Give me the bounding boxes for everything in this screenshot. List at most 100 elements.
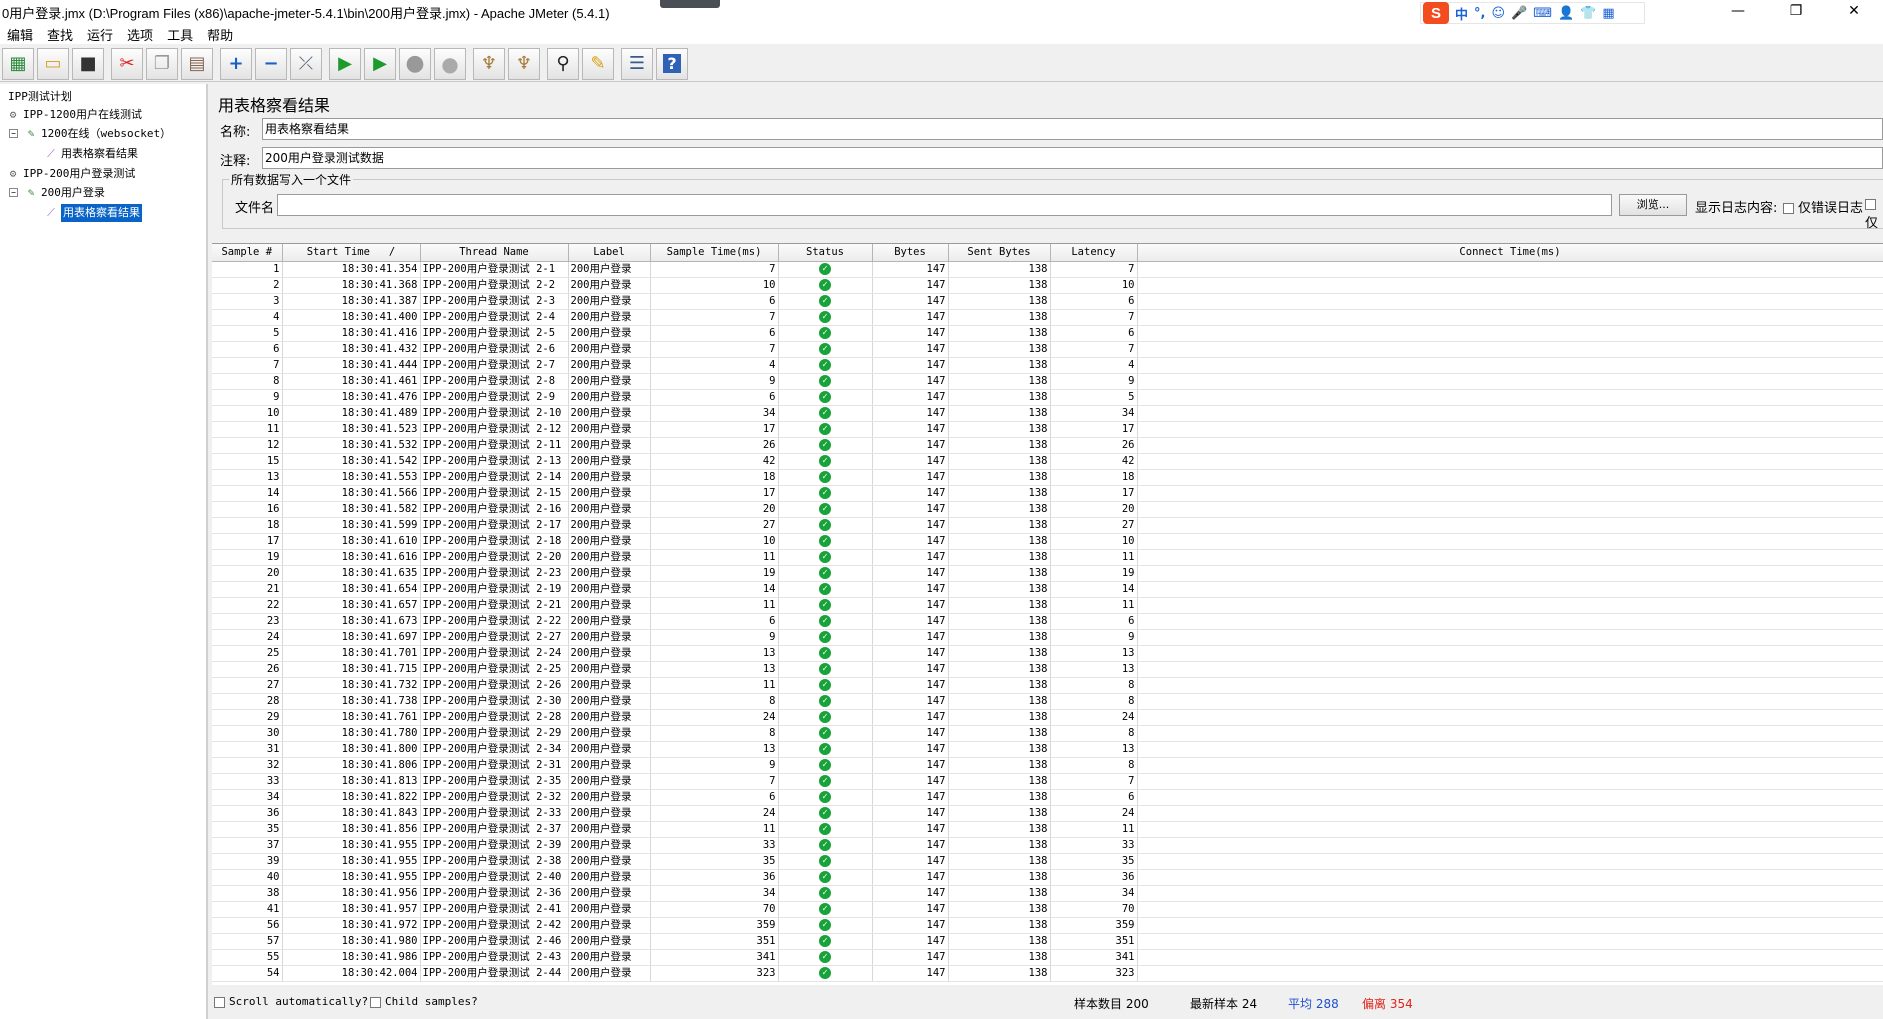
sogou-logo-icon[interactable]: S (1423, 2, 1449, 24)
punctuation-icon[interactable]: °, (1474, 6, 1485, 21)
table-row[interactable]: 13 18:30:41.553 IPP-200用户登录测试 2-14 200用户登录 1… (212, 469, 1883, 486)
table-row[interactable]: 37 18:30:41.955 IPP-200用户登录测试 2-39 200用户登录 3… (212, 837, 1883, 854)
toolbox-icon[interactable]: ▦ (1602, 6, 1614, 21)
shutdown-button[interactable]: ● (434, 47, 466, 80)
col-status[interactable]: Status (778, 244, 873, 262)
table-row[interactable]: 3 18:30:41.387 IPP-200用户登录测试 2-3 200用户登录 6 ✓ 1… (212, 293, 1883, 310)
col-connect-time[interactable]: Connect Time(ms) (1137, 244, 1883, 262)
table-row[interactable]: 8 18:30:41.461 IPP-200用户登录测试 2-8 200用户登录 9 ✓ 1… (212, 373, 1883, 390)
table-row[interactable]: 12 18:30:41.532 IPP-200用户登录测试 2-11 200用户登录 2… (212, 437, 1883, 454)
table-row[interactable]: 17 18:30:41.610 IPP-200用户登录测试 2-18 200用户登录 1… (212, 533, 1883, 550)
start-no-pause-button[interactable]: ▶ (364, 47, 396, 80)
save-button[interactable]: ■ (72, 47, 104, 80)
child-samples-checkbox[interactable]: Child samples? (370, 995, 478, 1008)
emoji-icon[interactable]: ☺ (1491, 6, 1505, 21)
cut-button[interactable]: ✂ (111, 47, 143, 80)
scroll-automatically-checkbox[interactable]: Scroll automatically? (214, 995, 368, 1008)
col-sent-bytes[interactable]: Sent Bytes (948, 244, 1051, 262)
table-row[interactable]: 14 18:30:41.566 IPP-200用户登录测试 2-15 200用户登录 1… (212, 485, 1883, 502)
tree-item-sampler-1200[interactable]: ✎ 1200在线（websocket） (24, 125, 171, 143)
table-row[interactable]: 40 18:30:41.955 IPP-200用户登录测试 2-40 200用户登录 3… (212, 869, 1883, 886)
tree-root[interactable]: IPP测试计划 (8, 88, 72, 106)
stop-button[interactable]: ● (399, 47, 431, 80)
start-button[interactable]: ▶ (329, 47, 361, 80)
table-row[interactable]: 29 18:30:41.761 IPP-200用户登录测试 2-28 200用户登录 2… (212, 709, 1883, 726)
help-button[interactable]: ? (656, 47, 688, 80)
col-start-time[interactable]: Start Time / (282, 244, 421, 262)
clear-all-button[interactable]: ♆ (508, 47, 540, 80)
expand-button[interactable]: + (220, 47, 252, 80)
success-only-checkbox[interactable]: 仅 (1865, 197, 1883, 231)
table-row[interactable]: 41 18:30:41.957 IPP-200用户登录测试 2-41 200用户登录 7… (212, 901, 1883, 918)
tree-item-listener-2[interactable]: ⟋ 用表格察看结果 (44, 204, 142, 222)
col-sample-time[interactable]: Sample Time(ms) (650, 244, 779, 262)
tree-item-listener-1[interactable]: ⟋ 用表格察看结果 (44, 145, 138, 163)
table-row[interactable]: 56 18:30:41.972 IPP-200用户登录测试 2-42 200用户登录 3… (212, 917, 1883, 934)
table-row[interactable]: 18 18:30:41.599 IPP-200用户登录测试 2-17 200用户登录 2… (212, 517, 1883, 534)
table-row[interactable]: 24 18:30:41.697 IPP-200用户登录测试 2-27 200用户登录 9… (212, 629, 1883, 646)
table-row[interactable]: 31 18:30:41.800 IPP-200用户登录测试 2-34 200用户登录 1… (212, 741, 1883, 758)
table-row[interactable]: 16 18:30:41.582 IPP-200用户登录测试 2-16 200用户登录 2… (212, 501, 1883, 518)
reset-search-button[interactable]: ✎ (582, 47, 614, 80)
table-row[interactable]: 1 18:30:41.354 IPP-200用户登录测试 2-1 200用户登录 7 ✓ 1… (212, 261, 1883, 278)
table-row[interactable]: 23 18:30:41.673 IPP-200用户登录测试 2-22 200用户登录 6… (212, 613, 1883, 630)
table-row[interactable]: 38 18:30:41.956 IPP-200用户登录测试 2-36 200用户登录 3… (212, 885, 1883, 902)
results-table[interactable]: Sample # Start Time / Thread Name Label … (212, 243, 1883, 985)
table-row[interactable]: 36 18:30:41.843 IPP-200用户登录测试 2-33 200用户登录 2… (212, 805, 1883, 822)
table-row[interactable]: 30 18:30:41.780 IPP-200用户登录测试 2-29 200用户登录 8… (212, 725, 1883, 742)
table-row[interactable]: 5 18:30:41.416 IPP-200用户登录测试 2-5 200用户登录 6 ✓ 1… (212, 325, 1883, 342)
keyboard-icon[interactable]: ⌨ (1533, 6, 1552, 21)
table-row[interactable]: 2 18:30:41.368 IPP-200用户登录测试 2-2 200用户登录 10 ✓… (212, 277, 1883, 294)
menu-help[interactable]: 帮助 (200, 25, 240, 44)
menu-run[interactable]: 运行 (80, 25, 120, 44)
table-row[interactable]: 19 18:30:41.616 IPP-200用户登录测试 2-20 200用户登录 1… (212, 549, 1883, 566)
ime-toolbar[interactable]: S 中 °, ☺ 🎤 ⌨ 👤 👕 ▦ (1420, 2, 1645, 24)
toggle-button[interactable]: ⤫ (290, 47, 322, 80)
table-row[interactable]: 20 18:30:41.635 IPP-200用户登录测试 2-23 200用户登录 1… (212, 565, 1883, 582)
col-bytes[interactable]: Bytes (872, 244, 949, 262)
clear-button[interactable]: ♆ (473, 47, 505, 80)
open-button[interactable]: ▭ (37, 47, 69, 80)
table-row[interactable]: 25 18:30:41.701 IPP-200用户登录测试 2-24 200用户登录 1… (212, 645, 1883, 662)
tree-item-sampler-200[interactable]: ✎ 200用户登录 (24, 184, 105, 202)
function-helper-button[interactable]: ☰ (621, 47, 653, 80)
menu-options[interactable]: 选项 (120, 25, 160, 44)
table-row[interactable]: 7 18:30:41.444 IPP-200用户登录测试 2-7 200用户登录 4 ✓ 1… (212, 357, 1883, 374)
table-row[interactable]: 28 18:30:41.738 IPP-200用户登录测试 2-30 200用户登录 8… (212, 693, 1883, 710)
user-icon[interactable]: 👤 (1558, 6, 1574, 21)
tree-item-thread-group-1200[interactable]: ⚙ IPP-1200用户在线测试 (6, 106, 142, 124)
comment-field[interactable]: 200用户登录测试数据 (262, 147, 1883, 169)
table-row[interactable]: 32 18:30:41.806 IPP-200用户登录测试 2-31 200用户登录 9… (212, 757, 1883, 774)
collapse-toggle-icon[interactable]: − (9, 188, 18, 197)
search-button[interactable]: ⚲ (547, 47, 579, 80)
col-label[interactable]: Label (568, 244, 651, 262)
copy-button[interactable]: ❐ (146, 47, 178, 80)
maximize-icon[interactable]: ❐ (1767, 0, 1825, 24)
table-row[interactable]: 15 18:30:41.542 IPP-200用户登录测试 2-13 200用户登录 4… (212, 453, 1883, 470)
ime-mode-label[interactable]: 中 (1455, 4, 1468, 23)
table-row[interactable]: 11 18:30:41.523 IPP-200用户登录测试 2-12 200用户登录 1… (212, 421, 1883, 438)
menu-edit[interactable]: 编辑 (0, 25, 40, 44)
collapse-button[interactable]: − (255, 47, 287, 80)
filename-input[interactable] (277, 194, 1612, 216)
close-icon[interactable]: ✕ (1825, 0, 1883, 24)
table-row[interactable]: 27 18:30:41.732 IPP-200用户登录测试 2-26 200用户登录 1… (212, 677, 1883, 694)
errors-only-checkbox[interactable]: 仅错误日志 (1783, 197, 1863, 216)
table-row[interactable]: 10 18:30:41.489 IPP-200用户登录测试 2-10 200用户登录 3… (212, 405, 1883, 422)
table-row[interactable]: 4 18:30:41.400 IPP-200用户登录测试 2-4 200用户登录 7 ✓ 1… (212, 309, 1883, 326)
table-row[interactable]: 6 18:30:41.432 IPP-200用户登录测试 2-6 200用户登录 7 ✓ 1… (212, 341, 1883, 358)
col-thread-name[interactable]: Thread Name (420, 244, 569, 262)
table-row[interactable]: 33 18:30:41.813 IPP-200用户登录测试 2-35 200用户登录 7… (212, 773, 1883, 790)
menu-search[interactable]: 查找 (40, 25, 80, 44)
tree-item-thread-group-200[interactable]: ⚙ IPP-200用户登录测试 (6, 165, 136, 183)
col-sample-number[interactable]: Sample # (212, 244, 283, 262)
table-row[interactable]: 21 18:30:41.654 IPP-200用户登录测试 2-19 200用户登录 1… (212, 581, 1883, 598)
col-latency[interactable]: Latency (1050, 244, 1138, 262)
name-field[interactable]: 用表格察看结果 (262, 118, 1883, 140)
minimize-icon[interactable]: — (1709, 0, 1767, 24)
collapse-toggle-icon[interactable]: − (9, 129, 18, 138)
paste-button[interactable]: ▤ (181, 47, 213, 80)
browse-button[interactable]: 浏览... (1619, 194, 1687, 216)
template-button[interactable]: ▦ (2, 47, 34, 80)
table-row[interactable]: 55 18:30:41.986 IPP-200用户登录测试 2-43 200用户登录 3… (212, 949, 1883, 966)
